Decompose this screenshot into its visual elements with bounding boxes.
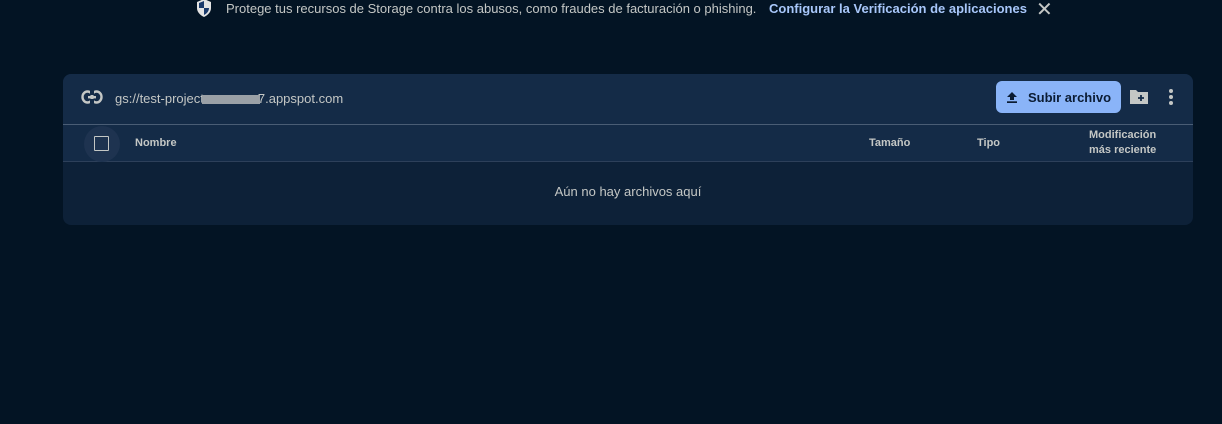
checkbox-box bbox=[94, 136, 109, 151]
app-check-banner: Protege tus recursos de Storage contra l… bbox=[0, 0, 1222, 21]
new-folder-icon[interactable] bbox=[1129, 88, 1149, 105]
bucket-path-prefix: gs://test-project bbox=[115, 91, 204, 106]
file-browser: gs://test-project 7.appspot.com Subir arc… bbox=[63, 74, 1193, 225]
upload-file-button[interactable]: Subir archivo bbox=[996, 81, 1121, 113]
upload-icon bbox=[1006, 92, 1017, 103]
bucket-path: gs://test-project 7.appspot.com bbox=[115, 91, 343, 106]
configure-app-check-link[interactable]: Configurar la Verificación de aplicacion… bbox=[769, 1, 1027, 16]
link-icon[interactable] bbox=[81, 90, 103, 104]
banner-message: Protege tus recursos de Storage contra l… bbox=[226, 1, 757, 16]
upload-file-label: Subir archivo bbox=[1027, 89, 1112, 105]
column-modified-line2[interactable]: más reciente bbox=[1089, 144, 1156, 156]
empty-message: Aún no hay archivos aquí bbox=[554, 184, 702, 199]
column-name[interactable]: Nombre bbox=[135, 137, 177, 149]
select-all-checkbox[interactable] bbox=[84, 126, 120, 162]
column-size[interactable]: Tamaño bbox=[869, 137, 910, 149]
shield-icon bbox=[197, 0, 211, 17]
column-type[interactable]: Tipo bbox=[977, 137, 1000, 149]
close-icon[interactable]: ✕ bbox=[1036, 0, 1053, 22]
column-modified[interactable]: Modificación bbox=[1089, 129, 1156, 141]
bucket-path-suffix: 7.appspot.com bbox=[257, 91, 344, 106]
table-header: Nombre Tamaño Tipo Modificación más reci… bbox=[63, 125, 1193, 162]
redacted-text bbox=[201, 95, 260, 105]
toolbar: gs://test-project 7.appspot.com Subir arc… bbox=[63, 74, 1193, 125]
more-options-icon[interactable] bbox=[1168, 88, 1174, 106]
